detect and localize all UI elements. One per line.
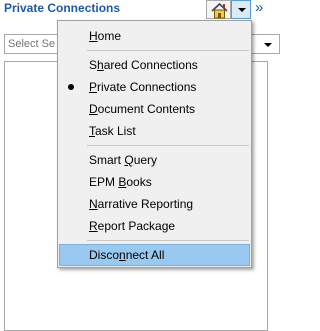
- menu-item-private-connections[interactable]: Private Connections: [59, 76, 250, 98]
- checked-bullet-icon: [68, 84, 74, 90]
- menu-item-report-package[interactable]: Report Package: [59, 215, 250, 237]
- menu-item-document-contents[interactable]: Document Contents: [59, 98, 250, 120]
- menu-item-label: Report Package: [89, 219, 176, 233]
- menu-separator: [87, 50, 249, 51]
- double-chevron-right-icon[interactable]: »: [255, 0, 263, 17]
- view-menu: Home Shared Connections Private Connecti…: [57, 20, 252, 268]
- home-button[interactable]: [206, 0, 231, 19]
- menu-item-label: Home: [89, 29, 122, 43]
- menu-item-label: Shared Connections: [89, 58, 198, 72]
- menu-separator: [87, 240, 249, 241]
- panel-header: Private Connections »: [0, 0, 282, 22]
- menu-item-label: EPM Books: [89, 175, 152, 189]
- menu-item-shared-connections[interactable]: Shared Connections: [59, 54, 250, 76]
- menu-item-task-list[interactable]: Task List: [59, 120, 250, 142]
- menu-item-label: Private Connections: [89, 80, 197, 94]
- menu-item-label: Smart Query: [89, 153, 158, 167]
- menu-item-label: Narrative Reporting: [89, 197, 194, 211]
- panel-title: Private Connections: [4, 1, 121, 15]
- menu-item-label: Document Contents: [89, 102, 196, 116]
- menu-item-smart-query[interactable]: Smart Query: [59, 149, 250, 171]
- caret-down-icon: [238, 8, 246, 12]
- view-dropdown-button[interactable]: [231, 0, 251, 19]
- menu-item-narrative-reporting[interactable]: Narrative Reporting: [59, 193, 250, 215]
- home-icon: [211, 2, 228, 19]
- menu-item-label: Disconnect All: [89, 248, 165, 262]
- menu-item-disconnect-all[interactable]: Disconnect All: [59, 244, 250, 266]
- menu-separator: [87, 145, 249, 146]
- menu-item-home[interactable]: Home: [59, 25, 250, 47]
- menu-item-label: Task List: [89, 124, 136, 138]
- select-placeholder: Select Se: [8, 38, 56, 50]
- menu-item-epm-books[interactable]: EPM Books: [59, 171, 250, 193]
- select-caret-icon: [264, 43, 272, 47]
